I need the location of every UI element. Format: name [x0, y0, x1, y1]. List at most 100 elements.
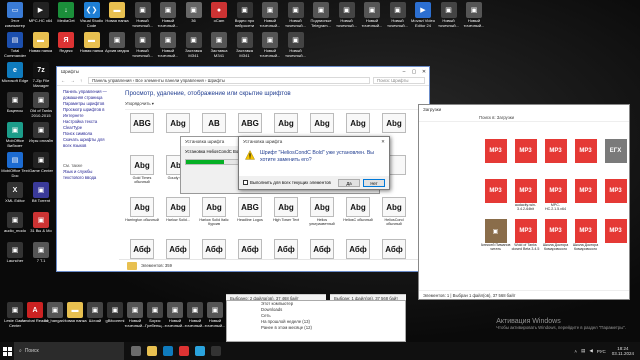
language-indicator[interactable]: РУС: [597, 349, 606, 354]
desktop-icon[interactable]: ▣ Новый точечный...: [130, 2, 156, 30]
minimize-icon[interactable]: –: [399, 69, 409, 75]
file-item[interactable]: ▣ Алексей Пиманов читать: [481, 219, 510, 259]
desktop-icon[interactable]: ▣ Game Center: [28, 152, 54, 180]
apply-all-checkbox[interactable]: [243, 180, 248, 185]
taskbar-app-edge[interactable]: [160, 342, 176, 360]
search-input[interactable]: Поиск: Шрифты: [373, 77, 425, 84]
font-tile[interactable]: Abg Harrington обычный: [125, 197, 159, 239]
desktop-icon[interactable]: ▣ Bit Torrent: [28, 182, 54, 210]
desktop-icon[interactable]: ▬ Новая папка: [28, 32, 54, 60]
desktop-icon[interactable]: ▣ MobOffice Вибхиет: [2, 122, 28, 150]
font-tile[interactable]: ABG: [125, 113, 159, 155]
desktop-icon[interactable]: ▣ Заставка МЗ41: [206, 32, 232, 60]
desktop-icon[interactable]: ▣ Новый точечный...: [359, 2, 385, 30]
desktop-icon[interactable]: 7z 7-Zip File Manager: [28, 62, 54, 90]
desktop-icon[interactable]: ▣ Launcher: [2, 242, 28, 270]
desktop-icon[interactable]: ▣ Бицепсы: [2, 92, 28, 120]
desktop-icon[interactable]: ▣ 36: [181, 2, 207, 30]
font-tile[interactable]: Abg HeliosCond обычный: [377, 197, 411, 239]
desktop-icon[interactable]: ▣ Новый точечный...: [257, 32, 283, 60]
taskbar-app-telegram[interactable]: [192, 342, 208, 360]
chevron-up-icon[interactable]: ˄: [574, 349, 577, 354]
desktop-icon[interactable]: ▣ Новый точечный...: [385, 2, 411, 30]
yes-button[interactable]: Да: [338, 178, 360, 187]
close-icon[interactable]: ✕: [377, 137, 389, 146]
nav-pane-row[interactable]: Ранее в этом месяце (12): [227, 325, 405, 331]
desktop-icon[interactable]: ▣ Архив медиа: [104, 32, 130, 60]
font-tile[interactable]: Abg Harlow Solid Italic Курсив: [197, 197, 231, 239]
sidebar-link[interactable]: Скачать шрифты для всех языков: [63, 137, 113, 149]
desktop-icon[interactable]: ▣ Новый точечный...: [283, 2, 309, 30]
desktop-icon[interactable]: ▣ Новый точечный...: [155, 2, 181, 30]
desktop-icon[interactable]: ▣ 7 T.1: [28, 242, 54, 270]
sidebar-link[interactable]: Настройка текста ClearType: [63, 119, 113, 131]
file-item[interactable]: MP3: [571, 179, 600, 219]
file-item[interactable]: MP3: [511, 139, 540, 179]
font-tile[interactable]: Abg High Tower Text: [269, 197, 303, 239]
file-item[interactable]: MP3 MPC-HC.2.1.5.x64: [541, 179, 570, 219]
file-item[interactable]: MP3 Школа Доктора Комаровского: [541, 219, 570, 259]
volume-icon[interactable]: ◀: [589, 348, 592, 354]
font-tile[interactable]: ABG Headline Logos: [233, 197, 267, 239]
desktop-icon[interactable]: X XML Editor: [2, 182, 28, 210]
desktop-icon[interactable]: ▤ Total Commander: [2, 32, 28, 60]
font-tile[interactable]: Abg Gold Times обычный: [125, 155, 159, 197]
maximize-icon[interactable]: ▢: [409, 69, 419, 75]
desktop-icon[interactable]: ▬ Новая папка: [104, 2, 130, 30]
file-item[interactable]: MP3: [571, 139, 600, 179]
file-item[interactable]: MP3: [601, 219, 630, 259]
desktop-icon[interactable]: ▶ Movavi Video Editor 24: [410, 2, 436, 30]
sidebar-link[interactable]: Просмотр шрифтов в Интернете: [63, 107, 113, 119]
desktop-icon[interactable]: ▭ Этот компьютер: [2, 2, 28, 30]
nav-arrows-icon[interactable]: ← → ↑: [61, 78, 84, 83]
organize-button[interactable]: Упорядочить ▾: [125, 101, 423, 110]
file-item[interactable]: MP3: [601, 179, 630, 219]
fonts-window-titlebar[interactable]: Шрифты – ▢ ✕: [57, 67, 429, 76]
file-item[interactable]: MP3 Школа Доктора Комаровского: [571, 219, 600, 259]
sidebar-link[interactable]: Панель управления — домашняя страница: [63, 89, 113, 101]
desktop-icon[interactable]: ↓ MediaGet: [53, 2, 79, 30]
desktop-icon[interactable]: e Microsoft Edge: [2, 62, 28, 90]
desktop-icon[interactable]: ▣ Заставка МЗ41: [181, 32, 207, 60]
taskbar-app-explorer[interactable]: [144, 342, 160, 360]
desktop-icon[interactable]: ❮❯ Visual Studio Code: [79, 2, 105, 30]
desktop-icon[interactable]: ▶ MPC-HC x64: [28, 2, 54, 30]
desktop-icon[interactable]: ▣ Подписные Telegram...: [308, 2, 334, 30]
file-item[interactable]: MP3 audacity-win-3.4.2-64bit: [511, 179, 540, 219]
downloads-search[interactable]: Поиск в: Загрузки: [419, 114, 629, 122]
see-also-link[interactable]: Язык и службы текстового ввода: [63, 169, 113, 181]
desktop-icon[interactable]: ▣ Новый точечный...: [130, 32, 156, 60]
desktop-icon[interactable]: ● oCam: [206, 2, 232, 30]
taskbar-app-task-view[interactable]: [128, 342, 144, 360]
desktop-icon[interactable]: ▣ audio_modo: [2, 212, 28, 240]
desktop-icon[interactable]: ▣ Новый точечный...: [461, 2, 487, 30]
no-button[interactable]: Нет: [363, 178, 385, 187]
file-item[interactable]: MP3: [481, 139, 510, 179]
font-tile[interactable]: Abg Helios ультрасветлый: [305, 197, 339, 239]
desktop-icon[interactable]: ▣ Новый точечный...: [334, 2, 360, 30]
desktop-icon[interactable]: ▬ Новая папка: [79, 32, 105, 60]
desktop-icon[interactable]: ▣ 31 Вы & Мо: [28, 212, 54, 240]
close-icon[interactable]: ✕: [419, 69, 429, 75]
address-path[interactable]: Панель управления › Все элементы панели …: [88, 77, 370, 84]
desktop-icon[interactable]: ▣ Новый точечный...: [202, 302, 228, 330]
desktop-icon[interactable]: ▣ Игры онлайн: [28, 122, 54, 150]
desktop-icon[interactable]: Я Яндекс: [53, 32, 79, 60]
taskbar-app-player[interactable]: [208, 342, 224, 360]
file-item[interactable]: MP3 Wold of Tanks closed Beta 3.4.5: [511, 219, 540, 259]
start-button[interactable]: [0, 342, 14, 360]
file-item[interactable]: MP3: [541, 139, 570, 179]
desktop-icon[interactable]: ▣ Новый точечный...: [155, 32, 181, 60]
font-tile[interactable]: Abg Harlow Solid...: [161, 197, 195, 239]
file-item[interactable]: MP3: [481, 179, 510, 219]
network-icon[interactable]: ▤: [581, 348, 585, 354]
taskbar-app-yandex[interactable]: [176, 342, 192, 360]
taskbar-search-input[interactable]: ⌕ Поиск: [14, 342, 124, 360]
desktop-icon[interactable]: ▣ Old of Tanks 2010-2015: [28, 92, 54, 120]
desktop-icon[interactable]: ▣ Заставка МЗ41: [232, 32, 258, 60]
desktop-icon[interactable]: ▤ MobiOffice Text Doc: [1, 152, 29, 180]
desktop-icon[interactable]: ▣ Новый точечный...: [257, 2, 283, 30]
desktop-icon[interactable]: ▣ Новый точечный...: [283, 32, 309, 60]
clock[interactable]: 18:24 03.11.2024: [612, 346, 634, 356]
desktop-icon[interactable]: ▣ Новый точечный...: [436, 2, 462, 30]
